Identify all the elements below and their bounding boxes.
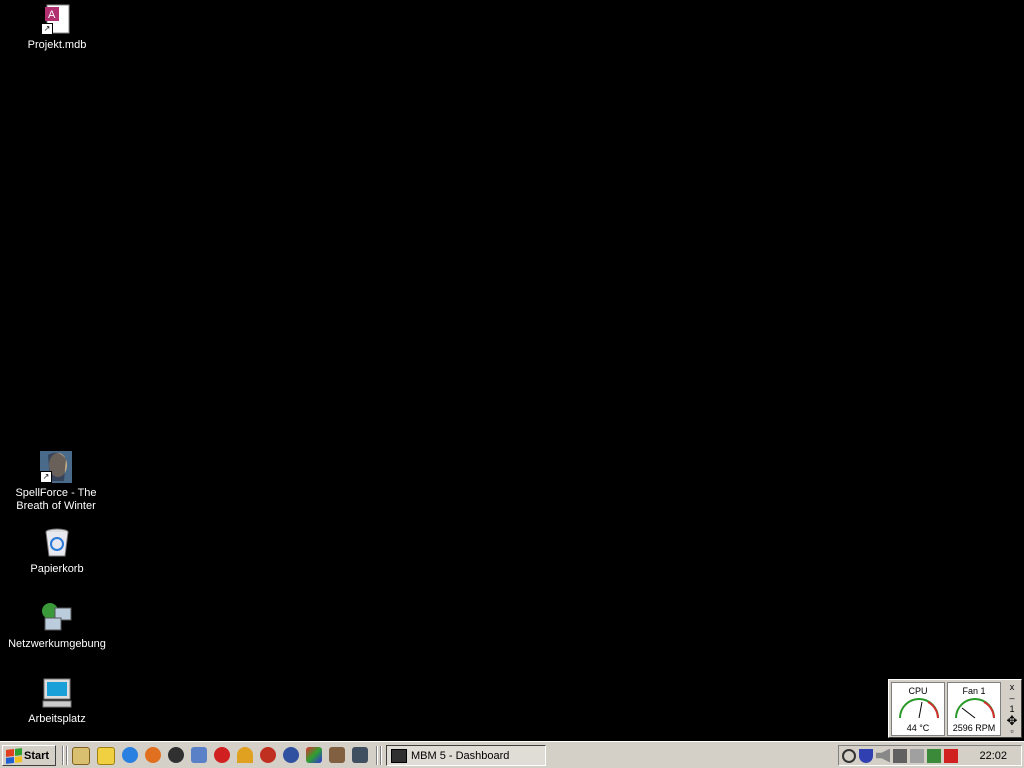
network-places-icon	[41, 602, 73, 634]
paint-icon[interactable]	[329, 747, 345, 763]
volume-icon[interactable]	[876, 748, 890, 763]
gauge-title: Fan 1	[962, 686, 986, 696]
network-icon[interactable]	[893, 748, 907, 763]
mbm-dashboard-widget[interactable]: CPU 44 °C Fan 1 2596 RPM x – 1 ✥ ▫	[888, 679, 1022, 738]
minimize-button[interactable]: –	[1005, 693, 1019, 704]
recycle-bin-icon	[41, 527, 73, 559]
app-icon[interactable]	[168, 747, 184, 763]
connection-icon[interactable]	[927, 748, 941, 763]
desktop-icon-network[interactable]: Netzwerkumgebung	[7, 602, 107, 651]
messenger-icon[interactable]	[191, 747, 207, 763]
sun-icon[interactable]	[237, 747, 253, 763]
desktop-icon-label: Papierkorb	[30, 563, 84, 575]
security-icon[interactable]	[352, 747, 368, 763]
spellforce-icon: ↗	[40, 451, 72, 483]
desktop-icon-label: Arbeitsplatz	[28, 713, 86, 725]
cpu-gauge: CPU 44 °C	[891, 682, 945, 736]
tool-icon[interactable]	[283, 747, 299, 763]
shield-icon[interactable]	[859, 748, 873, 763]
gauge-title: CPU	[908, 686, 928, 696]
task-label: MBM 5 - Dashboard	[411, 749, 510, 762]
quick-launch-bar	[72, 747, 368, 765]
taskbar-separator	[380, 746, 382, 765]
show-desktop-icon[interactable]	[72, 747, 90, 765]
internet-explorer-icon[interactable]	[122, 747, 138, 763]
fan-gauge: Fan 1 2596 RPM	[947, 682, 1001, 736]
clock: 22:02	[979, 750, 1007, 762]
access-database-icon: A ↗	[41, 3, 73, 35]
desktop-icon-label: Projekt.mdb	[27, 39, 87, 51]
fan-gauge-dial	[955, 698, 995, 719]
cpu-gauge-dial	[899, 698, 939, 719]
system-tray: 22:02	[838, 745, 1022, 766]
monitor-icon[interactable]	[910, 748, 924, 763]
search-icon[interactable]	[842, 748, 856, 763]
windows-logo-icon	[6, 747, 22, 764]
temperature-icon[interactable]	[944, 748, 958, 763]
desktop-icon-label: SpellForce - The Breath of Winter	[15, 487, 97, 512]
taskbar-separator	[62, 746, 64, 765]
desktop-icon-projekt[interactable]: A ↗ Projekt.mdb	[7, 3, 107, 52]
taskbar-separator	[376, 746, 378, 765]
browser-icon[interactable]	[260, 747, 276, 763]
gauge-value: 44 °C	[906, 723, 930, 733]
start-label: Start	[24, 749, 50, 762]
move-handle-icon[interactable]: ✥	[1005, 714, 1019, 727]
palette-icon[interactable]	[306, 747, 322, 763]
flash-icon[interactable]	[214, 747, 230, 763]
taskbar-button-mbm-dashboard[interactable]: MBM 5 - Dashboard	[386, 745, 546, 766]
svg-text:A: A	[48, 9, 56, 21]
gauge-value: 2596 RPM	[952, 723, 996, 733]
taskbar-separator	[66, 746, 68, 765]
desktop-icon-spellforce[interactable]: ↗ SpellForce - The Breath of Winter	[6, 451, 106, 513]
taskbar: Start MBM 5 - Dashboard 22:02	[0, 741, 1024, 768]
desktop-icon-recycle-bin[interactable]: Papierkorb	[7, 527, 107, 576]
notes-icon[interactable]	[97, 747, 115, 765]
firefox-icon[interactable]	[145, 747, 161, 763]
start-button[interactable]: Start	[2, 745, 56, 766]
my-computer-icon	[41, 677, 73, 709]
mbm-icon	[391, 748, 407, 763]
close-button[interactable]: x	[1005, 682, 1019, 693]
desktop-icon-label: Netzwerkumgebung	[8, 638, 106, 650]
desktop-icon-my-computer[interactable]: Arbeitsplatz	[7, 677, 107, 726]
dashboard-controls: x – 1 ✥ ▫	[1005, 682, 1019, 737]
